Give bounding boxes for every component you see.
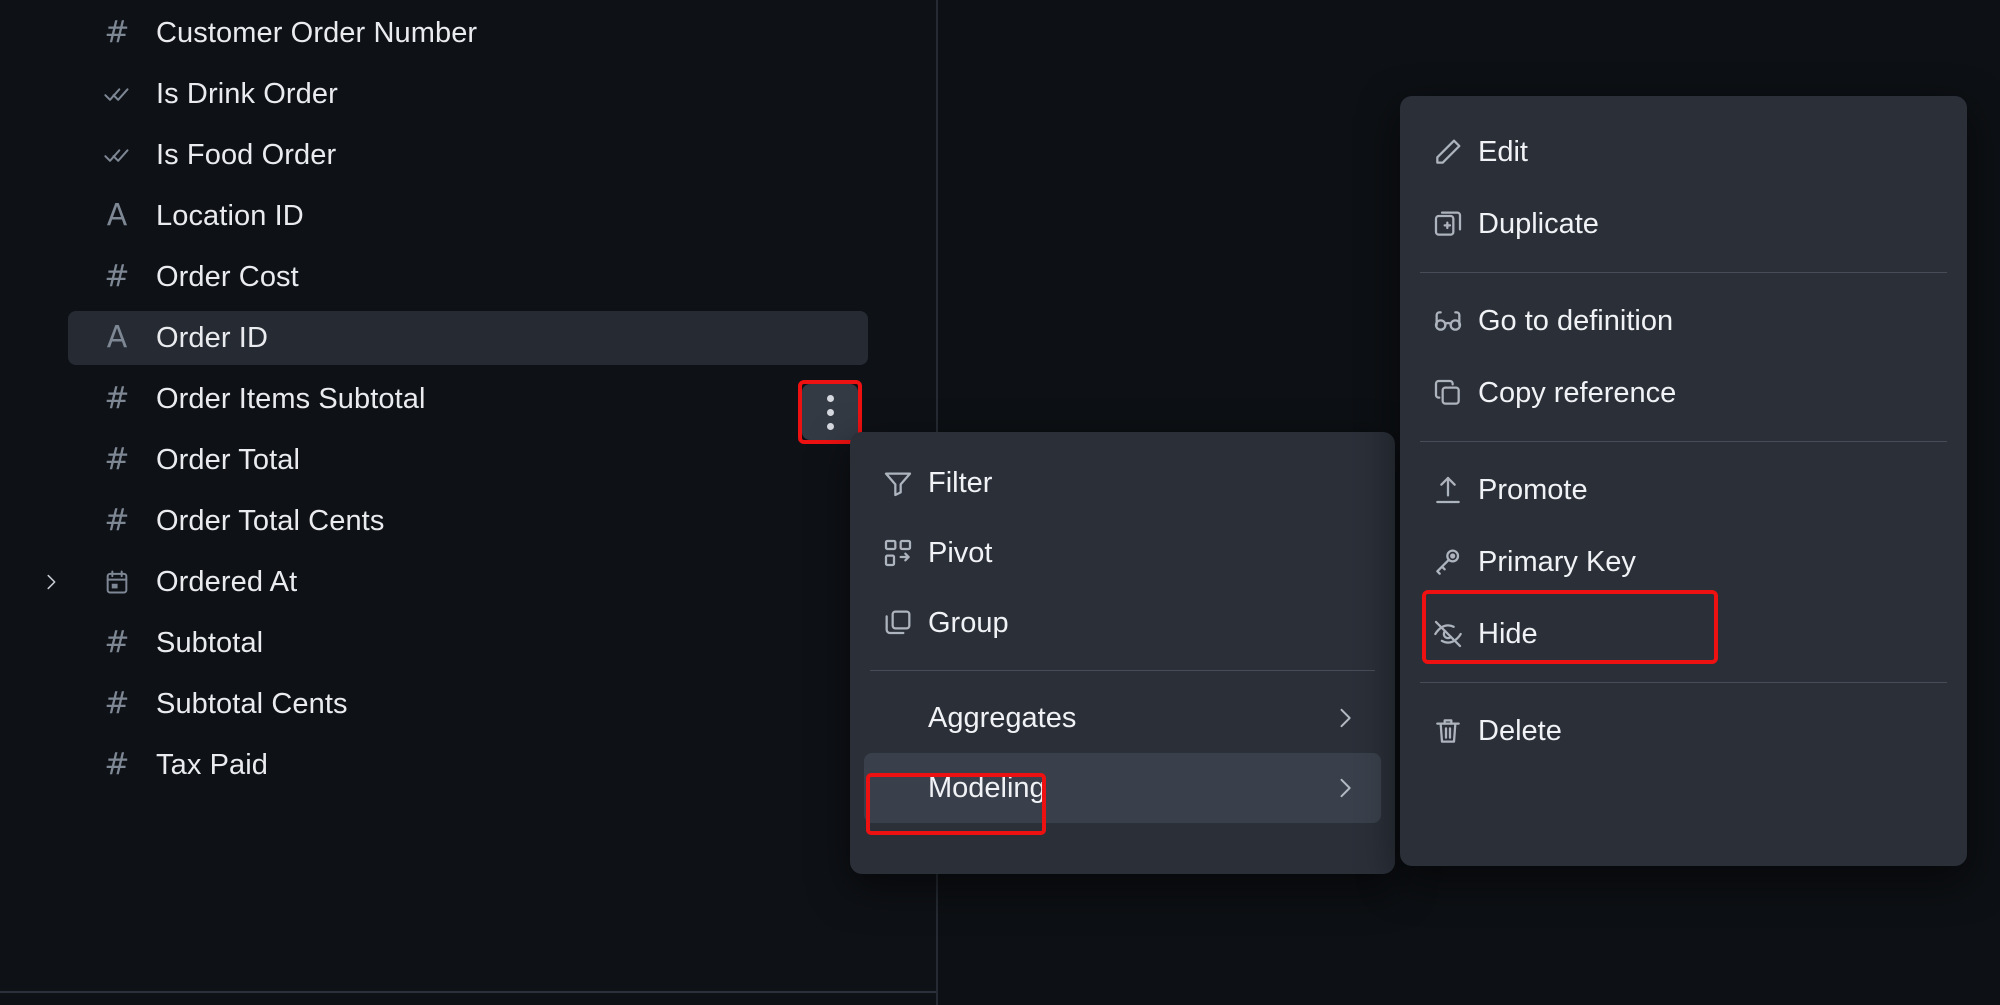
menu-separator — [1420, 441, 1947, 442]
trash-icon — [1432, 715, 1478, 747]
submenu-item-edit[interactable]: Edit — [1414, 116, 1953, 188]
field-row-label: Order Total — [156, 443, 301, 476]
menu-item-label: Edit — [1478, 135, 1528, 168]
field-row[interactable]: # Subtotal Cents — [68, 677, 868, 731]
field-row-label: Order ID — [156, 321, 268, 354]
upload-arrow-icon — [1432, 474, 1478, 506]
hash-icon: # — [104, 686, 130, 721]
field-row[interactable]: # Order Total — [68, 433, 868, 487]
menu-item-label: Go to definition — [1478, 304, 1674, 337]
duplicate-icon — [1432, 208, 1478, 240]
menu-item-label: Copy reference — [1478, 376, 1677, 409]
field-context-menu: Filter Pivot Group Aggregates Modeling — [850, 432, 1395, 874]
field-row[interactable]: # Subtotal — [68, 616, 868, 670]
kebab-dot — [826, 408, 834, 416]
calendar-icon — [100, 568, 134, 596]
copy-icon — [1432, 377, 1478, 409]
menu-item-label: Delete — [1478, 714, 1562, 747]
menu-item-label: Group — [928, 606, 1009, 639]
submenu-item-duplicate[interactable]: Duplicate — [1414, 188, 1953, 260]
field-row-label: Ordered At — [156, 565, 298, 598]
panel-bottom-divider — [0, 991, 936, 993]
menu-item-label: Modeling — [928, 771, 1046, 804]
field-row-label: Location ID — [156, 199, 304, 232]
field-row-label: Is Drink Order — [156, 77, 338, 110]
field-row-label: Is Food Order — [156, 138, 337, 171]
field-row[interactable]: Ordered At — [47, 555, 868, 609]
menu-separator — [870, 670, 1375, 671]
field-row[interactable]: # Customer Order Number — [68, 6, 868, 60]
key-icon — [1432, 546, 1478, 578]
filter-icon — [882, 467, 928, 499]
pivot-icon — [882, 537, 928, 569]
submenu-item-copy-reference[interactable]: Copy reference — [1414, 357, 1953, 429]
hash-icon: # — [104, 442, 130, 477]
field-row[interactable]: # Tax Paid — [68, 738, 868, 792]
menu-item-label: Hide — [1478, 617, 1538, 650]
menu-item-modeling[interactable]: Modeling — [864, 753, 1381, 823]
double-check-icon — [100, 141, 134, 169]
field-row-label: Order Items Subtotal — [156, 382, 426, 415]
text-type-icon: A — [106, 198, 128, 233]
field-row[interactable]: # Order Items Subtotal — [68, 372, 868, 426]
field-row[interactable]: # Order Cost — [68, 250, 868, 304]
menu-item-group[interactable]: Group — [864, 588, 1381, 658]
menu-item-label: Primary Key — [1478, 545, 1636, 578]
hash-icon: # — [104, 259, 130, 294]
field-row[interactable]: A Location ID — [68, 189, 868, 243]
menu-separator — [1420, 272, 1947, 273]
hash-icon: # — [104, 15, 130, 50]
eye-off-icon — [1432, 618, 1478, 650]
field-row[interactable]: Is Food Order — [68, 128, 868, 182]
menu-separator — [1420, 682, 1947, 683]
hash-icon: # — [104, 381, 130, 416]
field-row-label: Order Total Cents — [156, 504, 385, 537]
hash-icon: # — [104, 747, 130, 782]
chevron-right-icon — [1331, 774, 1359, 802]
submenu-item-hide[interactable]: Hide — [1414, 598, 1953, 670]
menu-item-label: Duplicate — [1478, 207, 1599, 240]
hash-icon: # — [104, 625, 130, 660]
glasses-icon — [1432, 305, 1478, 337]
kebab-dot — [826, 422, 834, 430]
submenu-item-delete[interactable]: Delete — [1414, 695, 1953, 767]
field-row[interactable]: Is Drink Order — [68, 67, 868, 121]
field-row[interactable]: A Order ID — [68, 311, 868, 365]
field-list-panel: # Customer Order Number Is Drink Order Is F… — [0, 0, 937, 1005]
field-row-label: Subtotal Cents — [156, 687, 348, 720]
field-row-label: Tax Paid — [156, 748, 269, 781]
group-icon — [882, 607, 928, 639]
menu-item-label: Filter — [928, 466, 993, 499]
modeling-submenu: Edit Duplicate Go to definition Copy refere… — [1400, 96, 1967, 866]
field-options-kebab-button[interactable] — [802, 384, 858, 440]
kebab-dot — [826, 394, 834, 402]
hash-icon: # — [104, 503, 130, 538]
chevron-right-icon[interactable] — [40, 571, 62, 593]
field-row[interactable]: # Order Total Cents — [68, 494, 868, 548]
chevron-right-icon — [1331, 704, 1359, 732]
field-row-label: Customer Order Number — [156, 16, 478, 49]
submenu-item-go-to-definition[interactable]: Go to definition — [1414, 285, 1953, 357]
submenu-item-primary-key[interactable]: Primary Key — [1414, 526, 1953, 598]
text-type-icon: A — [106, 320, 128, 355]
menu-item-label: Pivot — [928, 536, 993, 569]
menu-item-pivot[interactable]: Pivot — [864, 518, 1381, 588]
menu-item-aggregates[interactable]: Aggregates — [864, 683, 1381, 753]
double-check-icon — [100, 80, 134, 108]
field-row-label: Subtotal — [156, 626, 264, 659]
menu-item-filter[interactable]: Filter — [864, 448, 1381, 518]
submenu-item-promote[interactable]: Promote — [1414, 454, 1953, 526]
menu-item-label: Promote — [1478, 473, 1588, 506]
field-row-label: Order Cost — [156, 260, 299, 293]
menu-item-label: Aggregates — [928, 701, 1077, 734]
pencil-icon — [1432, 136, 1478, 168]
